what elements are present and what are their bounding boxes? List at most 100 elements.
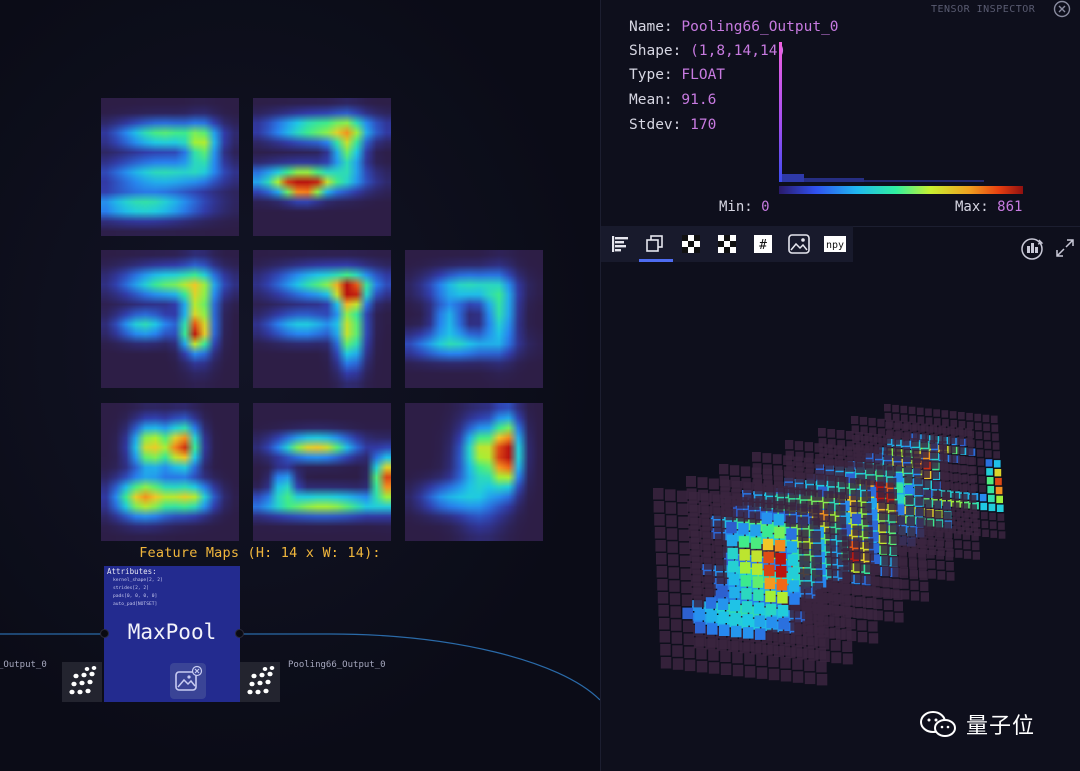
tensor-3d-stack-view[interactable] [601, 0, 1080, 771]
voxel-cell [932, 480, 940, 489]
voxel-cell [924, 509, 933, 519]
voxel-cell [864, 550, 874, 561]
voxel-cell [785, 502, 796, 514]
voxel-cell [836, 517, 847, 528]
voxel-cell [777, 485, 788, 497]
voxel-cell [920, 592, 929, 602]
voxel-cell [864, 538, 874, 549]
voxel-cell [803, 457, 813, 468]
voxel-cell [985, 459, 993, 467]
voxel-cell [761, 512, 773, 525]
output-tensor-button[interactable] [240, 662, 280, 702]
voxel-cell [836, 529, 847, 541]
voxel-cell [809, 517, 821, 530]
maxpool-node[interactable]: Attributes: kernel_shape[2, 2] strides[2… [104, 566, 240, 702]
voxel-cell [743, 640, 755, 652]
voxel-cell [928, 570, 936, 579]
voxel-cell [965, 437, 973, 446]
voxel-cell [940, 471, 949, 480]
feature-map-7[interactable] [253, 403, 391, 541]
voxel-cell [936, 550, 944, 560]
voxel-cell [773, 514, 785, 526]
voxel-cell [800, 581, 812, 594]
voxel-cell [835, 504, 846, 516]
voxel-cell [785, 515, 797, 527]
voxel-cell [786, 528, 797, 540]
voxel-cell [701, 506, 713, 518]
node-image-button[interactable] [170, 663, 206, 699]
voxel-cell [910, 591, 920, 601]
voxel-cell [941, 410, 949, 418]
voxel-cell [669, 593, 681, 605]
feature-map-6[interactable] [101, 403, 239, 541]
voxel-cell [810, 543, 822, 556]
voxel-cell [974, 413, 982, 422]
voxel-cell [672, 645, 683, 657]
feature-map-8[interactable] [405, 403, 543, 541]
voxel-cell [845, 431, 854, 440]
feature-map-3[interactable] [101, 250, 239, 388]
voxel-cell [900, 405, 908, 414]
node-output-port[interactable] [235, 629, 244, 638]
voxel-cell [967, 475, 976, 484]
voxel-cell [908, 406, 916, 415]
voxel-cell [659, 631, 671, 643]
voxel-cell [707, 623, 718, 635]
voxel-cell [708, 662, 720, 674]
image-remove-icon [175, 665, 203, 691]
voxel-cell [679, 542, 690, 555]
feature-map-4[interactable] [253, 250, 391, 388]
voxel-cell [925, 408, 932, 416]
voxel-cell [883, 600, 893, 611]
voxel-cell [945, 551, 954, 561]
voxel-cell [713, 507, 725, 519]
voxel-cell [946, 562, 954, 571]
voxel-cell [962, 522, 970, 531]
voxel-cell [695, 621, 706, 634]
voxel-cell [866, 464, 876, 475]
feature-map-2[interactable] [253, 98, 391, 236]
voxel-cell [972, 542, 980, 551]
voxel-cell [785, 440, 794, 450]
voxel-cell [825, 540, 836, 552]
voxel-cell [891, 545, 900, 555]
voxel-cell [668, 567, 680, 579]
voxel-cell [868, 633, 879, 644]
voxel-cell [906, 506, 915, 516]
voxel-cell [926, 549, 935, 559]
voxel-cell [913, 464, 922, 474]
voxel-cell [816, 660, 827, 673]
input-tensor-button[interactable] [62, 662, 102, 702]
voxel-cell [793, 456, 803, 467]
voxel-cell [882, 566, 891, 577]
voxel-cell [696, 647, 707, 660]
voxel-cell [792, 671, 804, 683]
voxel-cell [750, 524, 761, 536]
feature-map-5[interactable] [405, 250, 543, 388]
voxel-cell [921, 423, 929, 432]
voxel-cell [851, 513, 862, 524]
voxel-cell [830, 639, 841, 651]
voxel-cell [731, 481, 742, 492]
voxel-cell [660, 657, 672, 669]
voxel-cell [962, 531, 970, 540]
voxel-cell [970, 523, 979, 532]
voxel-cell [755, 628, 766, 640]
voxel-cell [729, 586, 740, 599]
voxel-cell [930, 460, 939, 469]
feature-map-1[interactable] [101, 98, 239, 236]
voxel-cell [912, 453, 922, 464]
voxel-cell [784, 471, 794, 482]
node-input-port[interactable] [100, 629, 109, 638]
graph-canvas[interactable]: Feature Maps (H: 14 x W: 14): _Output_0 … [0, 0, 600, 771]
voxel-cell [795, 472, 805, 483]
voxel-cell [915, 507, 925, 517]
voxel-cell [975, 422, 982, 431]
voxel-cell [777, 592, 788, 604]
voxel-cell [988, 494, 995, 503]
voxel-cell [916, 517, 925, 527]
voxel-cell [799, 555, 810, 568]
voxel-cell [851, 501, 861, 513]
voxel-cell [868, 417, 876, 426]
voxel-cell [738, 523, 749, 535]
